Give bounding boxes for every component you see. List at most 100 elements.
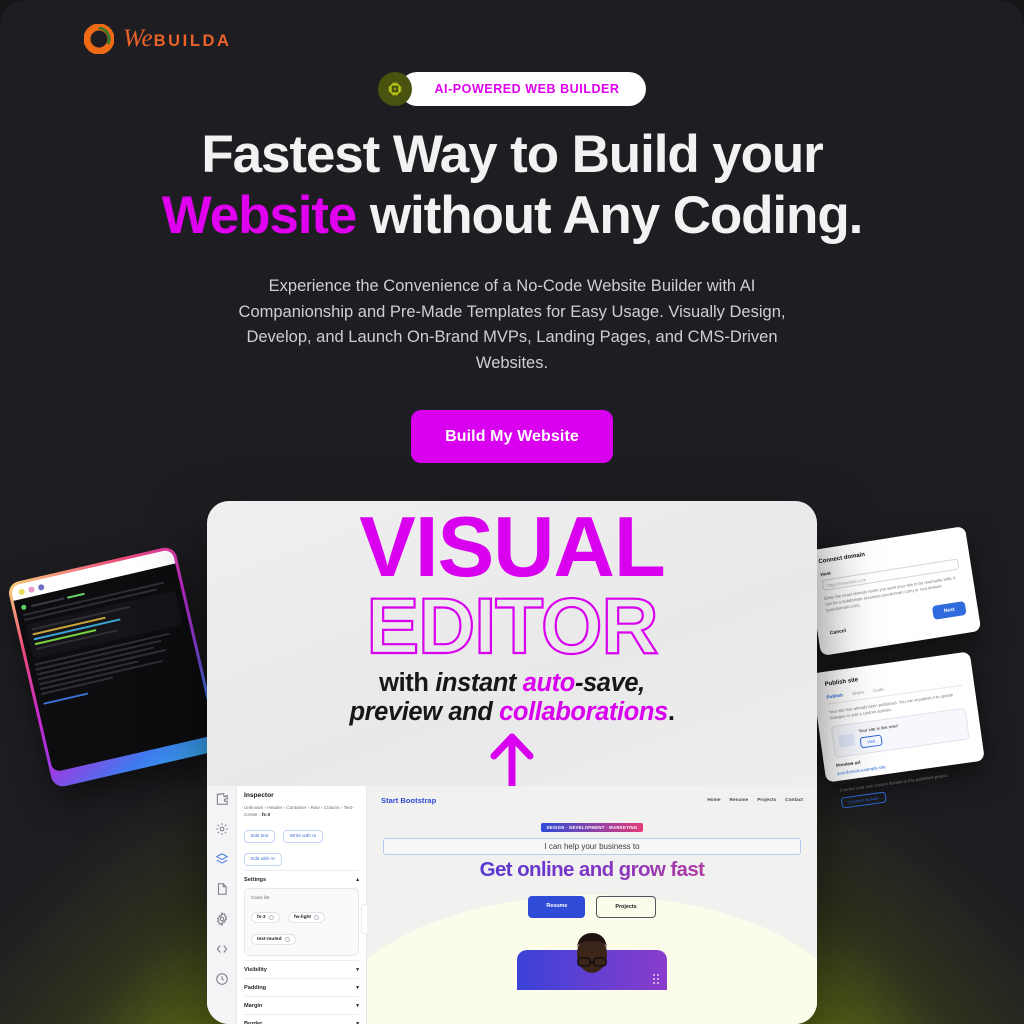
site-thumbnail bbox=[837, 733, 856, 748]
canvas-buttons: Resume Projects bbox=[367, 896, 817, 918]
class-chip[interactable]: text-muted bbox=[251, 934, 296, 945]
window-dot-yellow bbox=[18, 587, 26, 595]
brand-wordmark: We BUILDA bbox=[123, 25, 232, 53]
class-list-label: Class list bbox=[251, 895, 270, 900]
hero-section: Fastest Way to Build your Website withou… bbox=[0, 124, 1024, 463]
remove-class-icon[interactable] bbox=[284, 937, 290, 942]
hero-subtitle: Experience the Convenience of a No-Code … bbox=[238, 277, 786, 372]
inspector-panel: Inspector Unknown › Header › Container ›… bbox=[237, 786, 370, 1024]
tab-share[interactable]: Share bbox=[852, 690, 865, 697]
tagline-with: with bbox=[379, 669, 436, 697]
margin-accordion[interactable]: Margin ▾ bbox=[244, 996, 359, 1014]
write-with-ai-button[interactable]: Write with AI bbox=[282, 830, 324, 843]
puzzle-icon[interactable] bbox=[215, 792, 229, 806]
canvas-heading: Get online and grow fast bbox=[367, 858, 817, 882]
cancel-button[interactable]: Cancel bbox=[829, 628, 846, 636]
showcase-title-editor: EDITOR bbox=[365, 581, 659, 670]
tab-code[interactable]: Code bbox=[873, 687, 885, 693]
canvas-projects-button[interactable]: Projects bbox=[596, 896, 656, 918]
class-list-box: Class list fs-3 fw-light text-muted bbox=[244, 888, 359, 956]
settings-gear-icon[interactable] bbox=[215, 822, 229, 836]
up-arrow-icon bbox=[490, 733, 534, 791]
canvas-selected-text[interactable]: I can help your business to bbox=[383, 838, 801, 855]
editor-sidebar-rail bbox=[207, 786, 237, 1024]
class-chip[interactable]: fs-3 bbox=[251, 912, 280, 923]
build-my-website-button[interactable]: Build My Website bbox=[411, 410, 613, 463]
tab-publish[interactable]: Publish bbox=[826, 692, 843, 699]
badge-container: AI-POWERED WEB BUILDER bbox=[0, 72, 1024, 106]
remove-class-icon[interactable] bbox=[314, 915, 320, 920]
margin-label: Margin bbox=[244, 1003, 263, 1009]
showcase-tagline: with instant auto-save, preview and coll… bbox=[207, 669, 817, 727]
breadcrumb-column[interactable]: Column bbox=[324, 805, 340, 810]
drag-handle-dots[interactable] bbox=[653, 974, 659, 984]
class-chip-label: fw-light bbox=[293, 915, 312, 920]
nav-projects[interactable]: Projects bbox=[757, 798, 776, 803]
settings-label: Settings bbox=[244, 877, 267, 883]
headline-line-2: without Any Coding. bbox=[356, 186, 863, 245]
code-icon[interactable] bbox=[215, 942, 229, 956]
landing-page: We BUILDA AI-POWERED WEB BUILDER Fastest … bbox=[0, 0, 1024, 1024]
ring-logo-icon bbox=[83, 23, 115, 55]
headline-accent: Website bbox=[161, 186, 358, 245]
visit-button[interactable]: Visit bbox=[859, 734, 883, 749]
visibility-label: Visibility bbox=[244, 967, 267, 973]
layers-icon[interactable] bbox=[215, 852, 229, 866]
tagline-instant: instant bbox=[435, 669, 523, 697]
canvas-badge: DESIGN · DEVELOPMENT · MARKETING bbox=[540, 823, 644, 832]
visibility-accordion[interactable]: Visibility ▾ bbox=[244, 960, 359, 978]
breadcrumb-row[interactable]: Row bbox=[310, 805, 319, 810]
brand-logo[interactable]: We BUILDA bbox=[83, 23, 232, 55]
breadcrumb-unknown[interactable]: Unknown bbox=[244, 805, 263, 810]
tagline-save: -save, bbox=[574, 669, 645, 697]
canvas-navbar: Start Bootstrap Home Resume Projects Con… bbox=[367, 786, 817, 805]
tagline-preview: preview and bbox=[349, 698, 500, 726]
edit-with-ai-button[interactable]: Edit with AI bbox=[244, 853, 282, 866]
canvas-resume-button[interactable]: Resume bbox=[528, 896, 586, 918]
cta-container: Build My Website bbox=[0, 410, 1024, 463]
inspector-title: Inspector bbox=[244, 792, 274, 799]
border-accordion[interactable]: Border ▾ bbox=[244, 1014, 359, 1024]
chevron-down-icon: ▾ bbox=[356, 985, 359, 991]
class-chip[interactable]: fw-light bbox=[287, 912, 326, 923]
ai-badge[interactable]: AI-POWERED WEB BUILDER bbox=[378, 72, 646, 106]
nav-contact[interactable]: Contact bbox=[785, 798, 803, 803]
window-dot-pink bbox=[27, 585, 35, 593]
breadcrumb-container[interactable]: Container bbox=[286, 805, 306, 810]
edit-text-button[interactable]: Edit text bbox=[244, 830, 276, 843]
settings-accordion-header[interactable]: Settings ▴ bbox=[244, 870, 359, 888]
padding-accordion[interactable]: Padding ▾ bbox=[244, 978, 359, 996]
page-title: Fastest Way to Build your Website withou… bbox=[0, 124, 1024, 246]
next-button[interactable]: Next bbox=[931, 600, 967, 620]
connect-domain-dialog: Connect domain Host https://example.com … bbox=[804, 525, 982, 657]
person-avatar bbox=[577, 933, 607, 973]
editor-canvas[interactable]: Start Bootstrap Home Resume Projects Con… bbox=[367, 786, 817, 1024]
connect-domain-button[interactable]: Connect domain bbox=[840, 791, 887, 809]
brand-builda: BUILDA bbox=[153, 32, 232, 50]
chevron-up-icon: ▴ bbox=[356, 877, 359, 883]
class-chip-label: fs-3 bbox=[257, 915, 266, 920]
cog-icon[interactable] bbox=[215, 911, 229, 927]
history-icon[interactable] bbox=[215, 972, 229, 986]
editor-ui: Inspector Unknown › Header › Container ›… bbox=[207, 786, 817, 1024]
pages-icon[interactable] bbox=[215, 882, 229, 896]
ai-badge-label: AI-POWERED WEB BUILDER bbox=[400, 72, 646, 106]
brand-we: We bbox=[123, 25, 153, 52]
remove-class-icon[interactable] bbox=[268, 915, 274, 920]
window-dot-blue bbox=[37, 583, 45, 591]
class-chip-label: text-muted bbox=[257, 937, 282, 942]
nav-home[interactable]: Home bbox=[707, 798, 720, 803]
padding-label: Padding bbox=[244, 985, 267, 991]
tagline-auto: auto bbox=[522, 669, 576, 697]
headline-line-1: Fastest Way to Build your bbox=[201, 125, 823, 184]
canvas-nav-links: Home Resume Projects Contact bbox=[707, 798, 803, 803]
arrow-container bbox=[207, 733, 817, 793]
canvas-brand[interactable]: Start Bootstrap bbox=[381, 796, 436, 805]
breadcrumb-header[interactable]: Header bbox=[267, 805, 282, 810]
nav-resume[interactable]: Resume bbox=[730, 798, 749, 803]
breadcrumb-current: fs-3 bbox=[261, 812, 271, 817]
breadcrumb: Unknown › Header › Container › Row › Col… bbox=[244, 805, 354, 817]
window-content bbox=[13, 563, 215, 773]
chevron-down-icon: ▾ bbox=[356, 1003, 359, 1009]
canvas-hero-person bbox=[517, 930, 667, 990]
